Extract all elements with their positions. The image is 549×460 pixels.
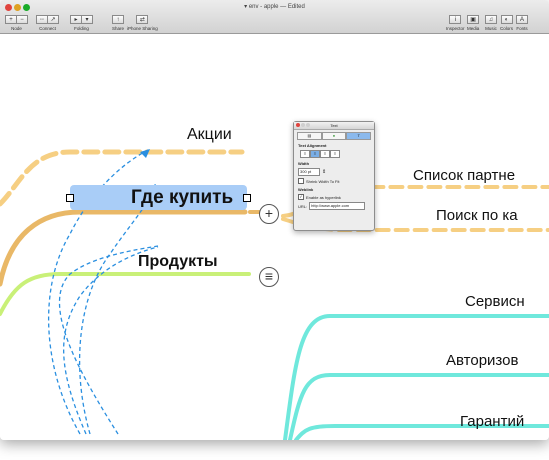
- app-window: ▾ env - apple — Edited + − Node ◦◦ ↗ Con…: [0, 0, 549, 440]
- inspector-toolbar-group: i Inspector: [446, 15, 465, 31]
- fonts-label: Fonts: [516, 26, 528, 31]
- connect-label: Connect: [39, 26, 56, 31]
- inspector-close-icon[interactable]: [296, 123, 300, 127]
- node-label: Node: [11, 26, 22, 31]
- width-field[interactable]: 300 pt: [298, 168, 320, 176]
- music-label: Music: [485, 26, 497, 31]
- weblink-label: Weblink: [298, 187, 314, 192]
- tab-color[interactable]: ●: [321, 132, 347, 140]
- resize-handle-right[interactable]: [243, 194, 251, 202]
- colors-toolbar-group: ◐ Colors: [500, 15, 513, 31]
- media-toolbar-group: ▣ Media: [467, 15, 479, 31]
- align-right-button[interactable]: ≡: [320, 150, 330, 158]
- node-toolbar-group: + − Node: [5, 15, 28, 31]
- colors-icon[interactable]: ◐: [500, 15, 513, 24]
- text-alignment-label: Text Alignment: [298, 143, 327, 148]
- node-gde-kupit[interactable]: Где купить: [131, 187, 233, 209]
- node-avtoriz[interactable]: Авторизов: [446, 352, 518, 369]
- node-spisok-partnerov[interactable]: Список партне: [413, 167, 515, 184]
- inspector-tabs: ▤ ● T: [297, 132, 372, 140]
- hyperlink-row: ✓ Enable as hyperlink: [298, 194, 370, 200]
- folding-label: Folding: [74, 26, 89, 31]
- node-produkty[interactable]: Продукты: [138, 253, 218, 271]
- enable-hyperlink-checkbox[interactable]: ✓: [298, 194, 304, 200]
- inspector-icon[interactable]: i: [449, 15, 462, 24]
- add-child-button[interactable]: +: [259, 204, 279, 224]
- produkty-branch-line[interactable]: [0, 272, 251, 316]
- window-title: ▾ env - apple — Edited: [244, 4, 305, 10]
- media-label: Media: [467, 26, 480, 31]
- music-icon[interactable]: ♫: [485, 15, 497, 24]
- width-stepper-icon[interactable]: ⇕: [322, 169, 326, 175]
- text-inspector-panel: Text ▤ ● T Text Alignment ≡ ≡ ≡ ≡ Width …: [293, 121, 375, 231]
- iphone-sharing-toolbar-group: ⇄ iPhone Sharing: [127, 15, 158, 31]
- shrink-width-checkbox[interactable]: [298, 178, 304, 184]
- connection-lines: [0, 148, 549, 440]
- share-label: Share: [112, 26, 125, 31]
- avtoriz-branch-line[interactable]: [288, 373, 549, 440]
- node-akcii[interactable]: Акции: [187, 126, 232, 144]
- align-justify-button[interactable]: ≡: [330, 150, 340, 158]
- inspector-titlebar[interactable]: Text: [294, 122, 374, 130]
- inspector-title: Text: [330, 123, 338, 128]
- node-garant[interactable]: Гарантий: [460, 413, 524, 430]
- shrink-row: Shrink Width To Fit: [298, 178, 370, 184]
- fonts-toolbar-group: A Fonts: [516, 15, 528, 31]
- tab-text[interactable]: T: [346, 132, 372, 140]
- media-icon[interactable]: ▣: [467, 15, 480, 24]
- tab-style[interactable]: ▤: [297, 132, 322, 140]
- node-poisk-po-karte[interactable]: Поиск по ка: [436, 207, 518, 224]
- titlebar: ▾ env - apple — Edited + − Node ◦◦ ↗ Con…: [0, 0, 549, 34]
- enable-hyperlink-label: Enable as hyperlink: [306, 194, 341, 200]
- iphone-sharing-icon[interactable]: ⇄: [136, 15, 149, 24]
- unfold-icon[interactable]: ▾: [81, 15, 93, 24]
- alignment-buttons: ≡ ≡ ≡ ≡: [300, 150, 368, 158]
- share-icon[interactable]: ↑: [112, 15, 124, 24]
- url-label: URL:: [298, 203, 308, 209]
- share-toolbar-group: ↑ Share: [112, 15, 124, 31]
- resize-handle-left[interactable]: [66, 194, 74, 202]
- mindmap-canvas[interactable]: Акции Где купить + ≡ Продукты Список пар…: [0, 34, 549, 440]
- align-left-button[interactable]: ≡: [300, 150, 310, 158]
- node-servis[interactable]: Сервисн: [465, 293, 525, 310]
- iphone-sharing-label: iPhone Sharing: [127, 26, 158, 31]
- folding-toolbar-group: ▸ ▾ Folding: [70, 15, 93, 31]
- inspector-label: Inspector: [446, 26, 465, 31]
- connect-toolbar-group: ◦◦ ↗ Connect: [36, 15, 59, 31]
- colors-label: Colors: [500, 26, 514, 31]
- url-row: URL: http://www.apple.com: [298, 202, 370, 210]
- node-menu-button[interactable]: ≡: [259, 267, 279, 287]
- connection-line-2[interactable]: [78, 183, 156, 435]
- remove-node-button[interactable]: −: [16, 15, 28, 24]
- align-center-button[interactable]: ≡: [310, 150, 320, 158]
- inspector-zoom-icon[interactable]: [306, 123, 310, 127]
- shrink-width-label: Shrink Width To Fit: [306, 178, 340, 184]
- width-row: 300 pt ⇕: [298, 168, 370, 176]
- fonts-icon[interactable]: A: [516, 15, 528, 24]
- inspector-minimize-icon[interactable]: [301, 123, 305, 127]
- url-field[interactable]: http://www.apple.com: [309, 202, 366, 210]
- connect-arrow-icon[interactable]: ↗: [47, 15, 59, 24]
- music-toolbar-group: ♫ Music: [485, 15, 497, 31]
- width-label: Width: [298, 161, 310, 166]
